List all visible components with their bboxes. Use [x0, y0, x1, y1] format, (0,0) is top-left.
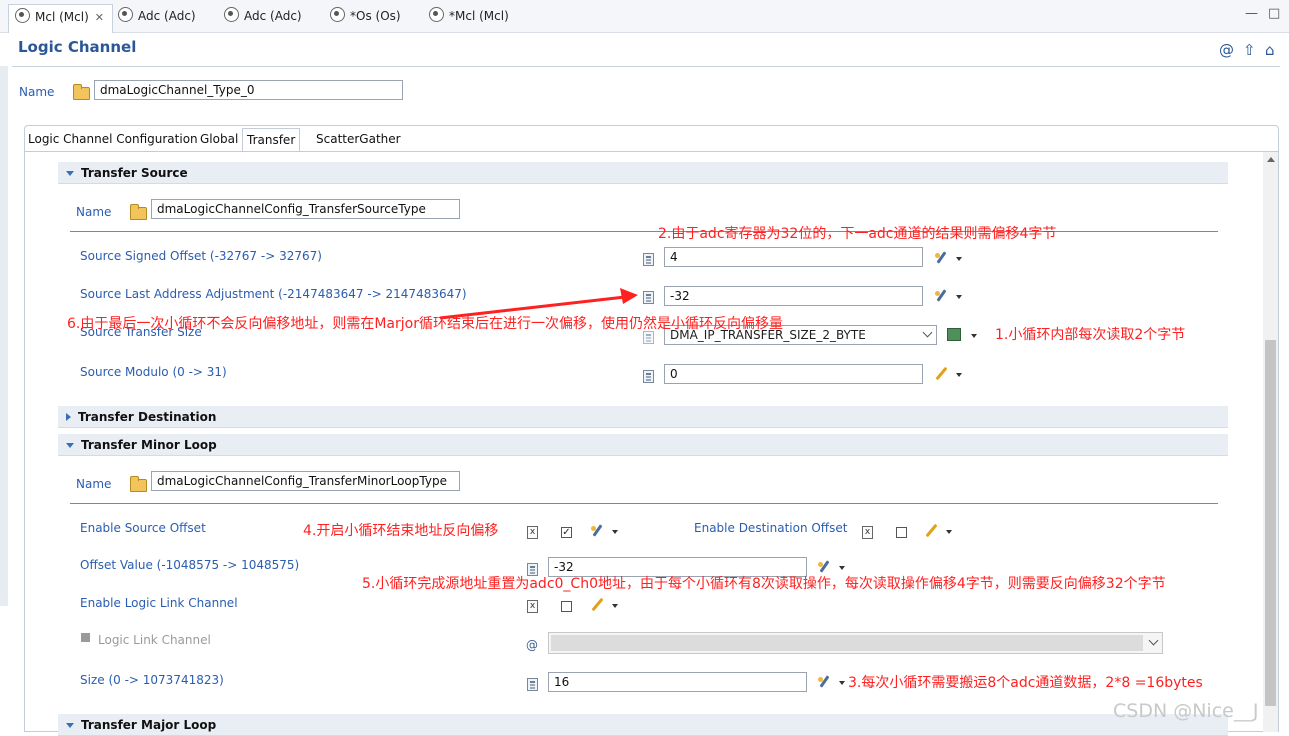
- watermark: CSDN @Nice__J: [1113, 700, 1259, 722]
- annotation-arrow: [439, 288, 638, 320]
